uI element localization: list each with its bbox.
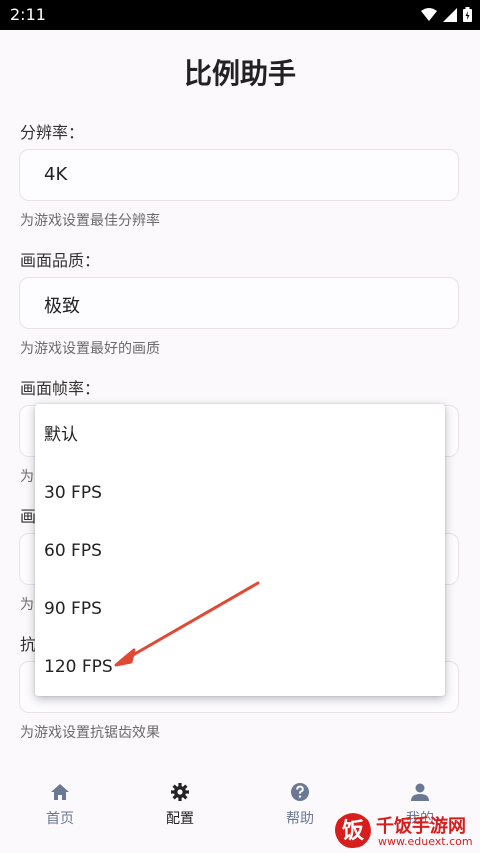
watermark-emblem-icon: 饭: [335, 813, 371, 848]
page-title: 比例助手: [183, 57, 296, 90]
fps-option-90[interactable]: 90 FPS: [35, 580, 445, 638]
status-icons: [421, 7, 472, 22]
nav-home-label: 首页: [46, 811, 74, 827]
framerate-label: 画面帧率：: [20, 379, 101, 398]
fps-option-120[interactable]: 120 FPS: [35, 638, 445, 696]
field4-label: 画: [20, 507, 37, 526]
watermark-url: www.eduext.com: [378, 835, 473, 848]
quality-label: 画面品质：: [20, 251, 101, 270]
signal-icon: [443, 7, 457, 22]
resolution-value: 4K: [44, 164, 68, 185]
fps-dropdown-menu: 默认 30 FPS 60 FPS 90 FPS 120 FPS: [35, 404, 445, 696]
status-bar: 2:11: [0, 0, 480, 30]
quality-value: 极致: [44, 296, 80, 317]
home-icon: [51, 784, 69, 800]
help-icon: [291, 783, 309, 801]
fps-option-default[interactable]: 默认: [35, 406, 445, 464]
quality-select[interactable]: 极致: [19, 277, 459, 329]
svg-text:饭: 饭: [342, 818, 364, 844]
field4-hint: 为: [20, 597, 34, 613]
resolution-label: 分辨率：: [20, 123, 85, 142]
person-icon: [411, 783, 429, 801]
wifi-icon: [421, 7, 437, 21]
nav-config-label: 配置: [166, 811, 194, 827]
fps-option-30[interactable]: 30 FPS: [35, 464, 445, 522]
battery-icon: [463, 7, 472, 22]
quality-hint: 为游戏设置最好的画质: [20, 341, 160, 357]
fps-option-60[interactable]: 60 FPS: [35, 522, 445, 580]
antialias-label: 抗: [20, 635, 37, 654]
resolution-select[interactable]: 4K: [19, 149, 459, 201]
framerate-hint: 为: [20, 469, 34, 485]
nav-config[interactable]: 配置: [120, 782, 240, 828]
gear-icon: [171, 783, 189, 801]
resolution-hint: 为游戏设置最佳分辨率: [20, 213, 160, 229]
nav-home[interactable]: 首页: [0, 782, 120, 828]
antialias-hint: 为游戏设置抗锯齿效果: [20, 725, 160, 741]
status-time: 2:11: [10, 5, 46, 24]
watermark-logo: 饭 千饭手游网 www.eduext.com: [332, 808, 480, 853]
